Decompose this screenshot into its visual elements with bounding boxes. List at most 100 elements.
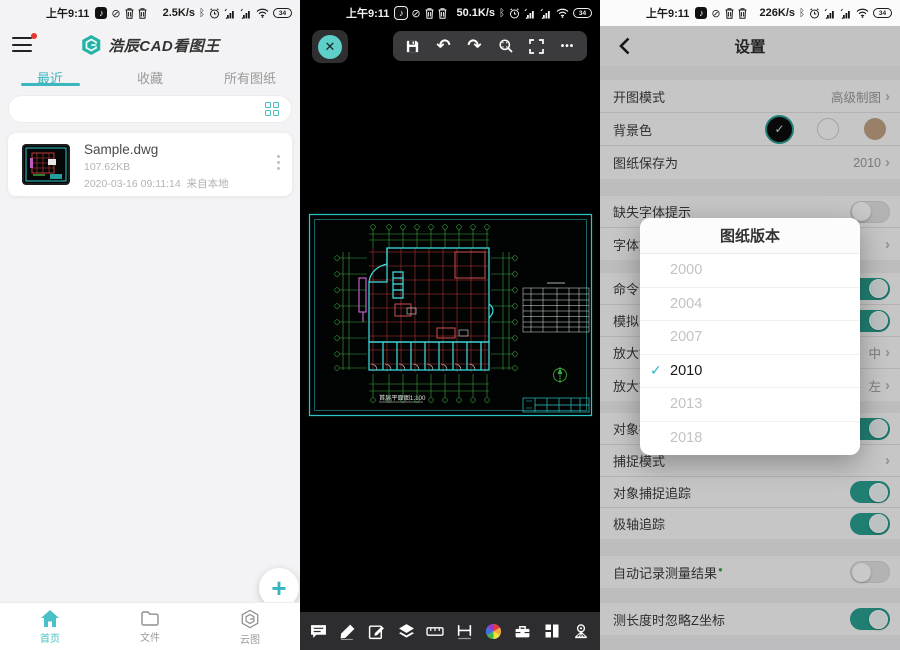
status-time: 上午9:11 xyxy=(646,5,689,21)
wifi-icon xyxy=(856,8,869,18)
layers-tool-button[interactable] xyxy=(394,618,418,644)
pencil-icon xyxy=(339,623,356,640)
projector-eye-icon xyxy=(572,623,590,640)
drawing-canvas[interactable]: 首层平面图1:100 xyxy=(307,212,594,418)
fullscreen-button[interactable] xyxy=(524,33,550,59)
distance-icon xyxy=(456,623,473,640)
toolbox-button[interactable] xyxy=(511,618,535,644)
battery-icon: 34 xyxy=(273,8,292,18)
bottom-navigation: 首页 文件 云图 xyxy=(0,602,300,650)
network-speed: 226K/s xyxy=(760,7,795,19)
signal-icon xyxy=(240,8,252,19)
file-more-button[interactable] xyxy=(277,155,280,173)
save-icon xyxy=(405,39,420,54)
drawing-version-dialog: 图纸版本 2000 2004 2007 ✓ 2010 2013 2018 xyxy=(640,218,860,455)
more-icon: ••• xyxy=(561,41,575,52)
tab-recent[interactable]: 最近 xyxy=(0,64,100,92)
drawing-caption: 首层平面图1:100 xyxy=(379,394,426,402)
bluetooth-icon: ᛒ xyxy=(499,8,505,19)
home-icon xyxy=(40,609,60,628)
nav-cloud[interactable]: 云图 xyxy=(200,603,300,650)
blocked-icon: ⊘ xyxy=(111,7,120,20)
home-screen-panel: 上午9:11 ♪ ⊘ 2.5K/s ᛒ 34 浩辰CAD看图王 最近 收藏 xyxy=(0,0,300,650)
trash-icon xyxy=(725,8,734,19)
status-time: 上午9:11 xyxy=(46,5,89,21)
more-button[interactable]: ••• xyxy=(555,33,581,59)
edit-note-icon xyxy=(368,623,385,640)
signal-icon xyxy=(540,8,552,19)
network-speed: 50.1K/s xyxy=(456,7,495,19)
app-header: 浩辰CAD看图王 xyxy=(0,26,300,64)
active-tab-indicator xyxy=(21,83,80,86)
signal-icon xyxy=(840,8,852,19)
battery-icon: 34 xyxy=(873,8,892,18)
edit-tool-button[interactable] xyxy=(365,618,389,644)
version-option-2018[interactable]: 2018 xyxy=(640,422,860,456)
network-speed: 2.5K/s xyxy=(163,7,195,19)
comment-icon xyxy=(310,623,327,640)
status-time: 上午9:11 xyxy=(346,5,389,21)
settings-panel: 上午9:11 ♪ ⊘ 226K/s ᛒ 34 设置 开图模式 高级制图 › xyxy=(600,0,900,650)
grid-view-icon[interactable] xyxy=(265,102,279,116)
ruler-icon xyxy=(426,623,444,640)
version-option-2004[interactable]: 2004 xyxy=(640,288,860,322)
file-card[interactable]: Sample.dwg 107.62KB 2020-03-16 09:11:14 … xyxy=(8,133,292,196)
layers-icon xyxy=(398,623,415,640)
redo-button[interactable]: ↷ xyxy=(462,33,488,59)
trash-icon xyxy=(425,8,434,19)
file-date-source: 2020-03-16 09:11:14 来自本地 xyxy=(84,176,229,191)
color-wheel-icon xyxy=(485,623,502,640)
bluetooth-icon: ᛒ xyxy=(199,8,205,19)
close-icon: ✕ xyxy=(318,35,342,59)
zoom-button[interactable] xyxy=(493,33,519,59)
status-bar: 上午9:11 ♪ ⊘ 226K/s ᛒ 34 xyxy=(600,0,900,26)
comment-tool-button[interactable] xyxy=(307,618,331,644)
fullscreen-icon xyxy=(529,39,544,54)
drawing-thumbnail xyxy=(22,144,70,185)
tiktok-notification-icon: ♪ xyxy=(695,7,707,19)
undo-button[interactable]: ↶ xyxy=(431,33,457,59)
signal-icon xyxy=(824,8,836,19)
wifi-icon xyxy=(556,8,569,18)
layout-grid-icon xyxy=(544,623,560,639)
blocked-icon: ⊘ xyxy=(711,7,720,20)
layout-button[interactable] xyxy=(540,618,564,644)
trash-icon xyxy=(125,8,134,19)
tab-favorites[interactable]: 收藏 xyxy=(100,64,200,92)
folder-icon xyxy=(140,609,160,627)
redo-icon: ↷ xyxy=(467,36,481,56)
cloud-logo-icon xyxy=(240,609,260,629)
magnifier-icon xyxy=(498,38,514,54)
view-mode-button[interactable] xyxy=(569,618,593,644)
alarm-icon xyxy=(809,8,820,19)
cad-viewer-panel: 上午9:11 ♪ ⊘ 50.1K/s ᛒ 34 ✕ ↶ ↷ xyxy=(300,0,600,650)
trash-icon xyxy=(738,8,747,19)
draw-tool-button[interactable] xyxy=(336,618,360,644)
measure-tool-button[interactable] xyxy=(423,618,447,644)
check-icon: ✓ xyxy=(650,362,662,379)
version-option-2000[interactable]: 2000 xyxy=(640,254,860,288)
search-bar[interactable] xyxy=(8,95,292,123)
menu-button[interactable] xyxy=(12,37,34,53)
trash-icon xyxy=(138,8,147,19)
close-drawing-button[interactable]: ✕ xyxy=(312,30,348,63)
app-logo: 浩辰CAD看图王 xyxy=(80,34,220,56)
nav-files[interactable]: 文件 xyxy=(100,603,200,650)
file-name: Sample.dwg xyxy=(84,142,158,157)
save-button[interactable] xyxy=(400,33,426,59)
dialog-title: 图纸版本 xyxy=(640,218,860,254)
tab-all-drawings[interactable]: 所有图纸 xyxy=(200,64,300,92)
nav-home[interactable]: 首页 xyxy=(0,603,100,650)
tab-bar: 最近 收藏 所有图纸 xyxy=(0,64,300,92)
version-option-2007[interactable]: 2007 xyxy=(640,321,860,355)
version-option-2010[interactable]: ✓ 2010 xyxy=(640,355,860,389)
version-option-2013[interactable]: 2013 xyxy=(640,388,860,422)
blocked-icon: ⊘ xyxy=(411,7,420,20)
wifi-icon xyxy=(256,8,269,18)
distance-tool-button[interactable] xyxy=(453,618,477,644)
search-input[interactable] xyxy=(21,101,265,117)
signal-icon xyxy=(524,8,536,19)
color-tool-button[interactable] xyxy=(482,618,506,644)
tiktok-notification-icon: ♪ xyxy=(95,7,107,19)
tiktok-notification-icon: ♪ xyxy=(395,7,407,19)
